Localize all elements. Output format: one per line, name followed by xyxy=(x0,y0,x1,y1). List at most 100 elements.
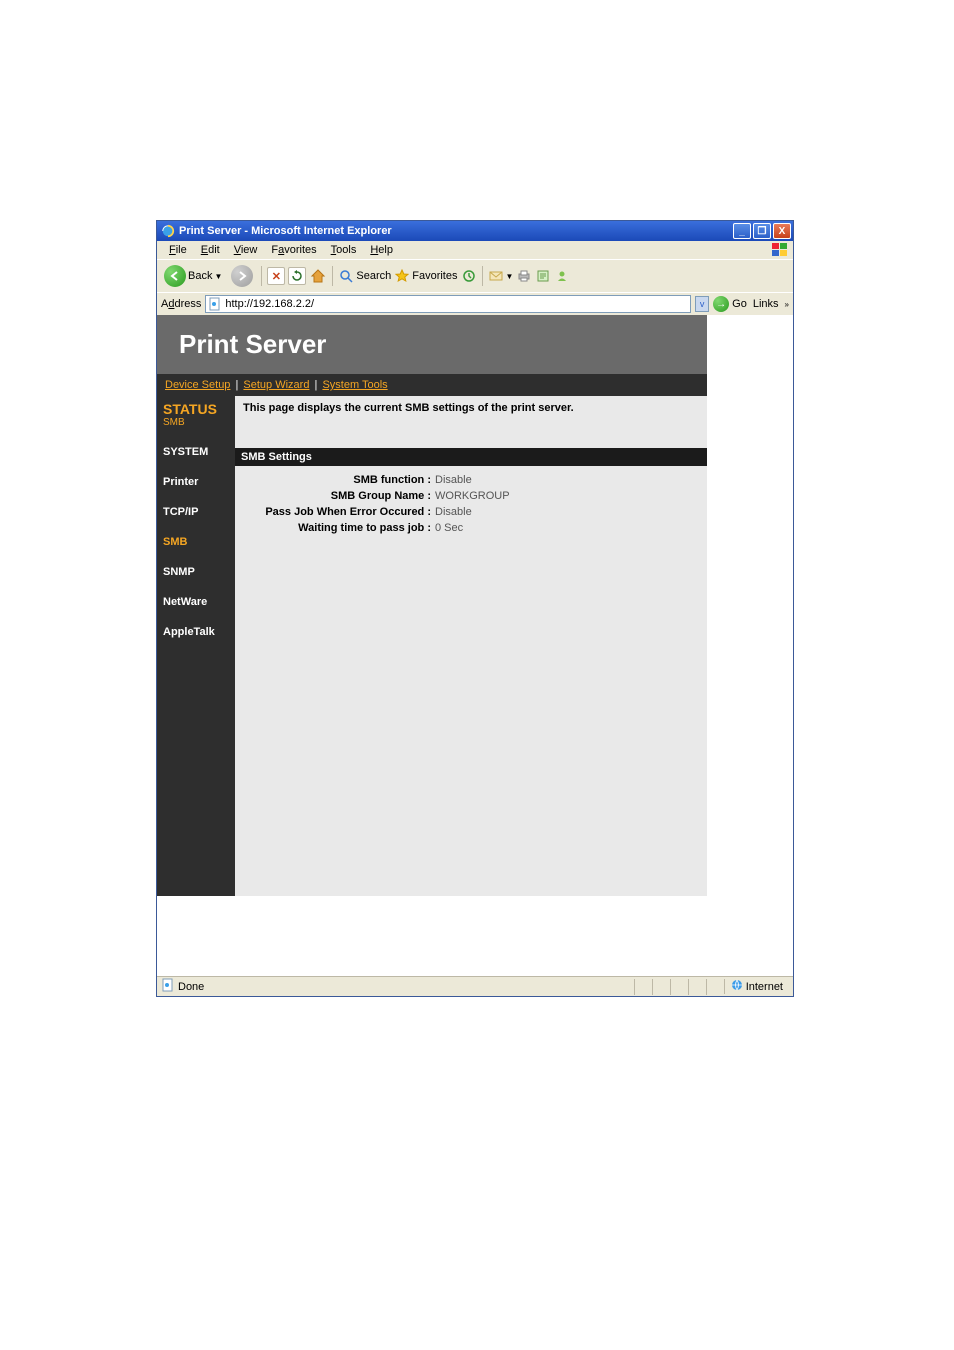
setting-row: Waiting time to pass job : 0 Sec xyxy=(235,520,707,536)
page-header: Print Server xyxy=(157,315,707,374)
setting-label: Waiting time to pass job : xyxy=(235,522,435,534)
status-zone: Internet xyxy=(724,979,789,994)
page-icon xyxy=(161,978,175,995)
page-content: Print Server Device Setup | Setup Wizard… xyxy=(157,315,793,896)
go-arrow-icon: → xyxy=(713,296,729,312)
setting-value: Disable xyxy=(435,474,707,486)
toolbar-separator xyxy=(261,266,262,286)
back-button[interactable]: Back ▼ xyxy=(161,263,225,289)
sidebar-item-smb[interactable]: SMB xyxy=(163,536,229,548)
setting-label: Pass Job When Error Occured : xyxy=(235,506,435,518)
toolbar: Back ▼ ✕ Search Favorites xyxy=(157,259,793,292)
status-cell xyxy=(634,979,652,995)
setting-value: 0 Sec xyxy=(435,522,707,534)
sidebar-item-netware[interactable]: NetWare xyxy=(163,596,229,608)
content-blank-bottom xyxy=(157,896,793,976)
menu-help[interactable]: Help xyxy=(364,243,399,257)
status-done-label: Done xyxy=(178,981,204,993)
edit-icon xyxy=(535,268,551,284)
setting-value: WORKGROUP xyxy=(435,490,707,502)
links-label[interactable]: Links xyxy=(751,298,781,310)
toolbar-separator xyxy=(482,266,483,286)
address-label: Address xyxy=(161,298,201,310)
maximize-button[interactable]: ❐ xyxy=(753,223,771,239)
address-dropdown[interactable]: v xyxy=(695,296,709,312)
mail-button[interactable]: ▼ xyxy=(488,268,514,284)
windows-flag-icon xyxy=(771,242,789,258)
setting-label: SMB Group Name : xyxy=(235,490,435,502)
browser-window: Print Server - Microsoft Internet Explor… xyxy=(156,220,794,997)
search-button[interactable]: Search xyxy=(338,268,391,284)
menu-favorites[interactable]: Favorites xyxy=(265,243,322,257)
menubar: File Edit View Favorites Tools Help xyxy=(157,241,793,259)
sidebar-item-tcpip[interactable]: TCP/IP xyxy=(163,506,229,518)
ie-icon xyxy=(161,224,175,238)
forward-button[interactable] xyxy=(228,263,256,289)
main-panel: This page displays the current SMB setti… xyxy=(235,396,707,896)
star-icon xyxy=(394,268,410,284)
topnav-setup-wizard[interactable]: Setup Wizard xyxy=(243,379,309,391)
titlebar: Print Server - Microsoft Internet Explor… xyxy=(157,221,793,241)
forward-arrow-icon xyxy=(231,265,253,287)
sidebar-item-printer[interactable]: Printer xyxy=(163,476,229,488)
history-icon xyxy=(461,268,477,284)
sidebar-status-sub: SMB xyxy=(163,417,229,428)
sidebar-item-snmp[interactable]: SNMP xyxy=(163,566,229,578)
sidebar: STATUS SMB SYSTEM Printer TCP/IP SMB SNM… xyxy=(157,396,235,896)
address-input[interactable] xyxy=(225,298,688,310)
setting-label: SMB function : xyxy=(235,474,435,486)
status-cell xyxy=(652,979,670,995)
intro-text: This page displays the current SMB setti… xyxy=(235,396,707,420)
home-button[interactable] xyxy=(309,267,327,285)
status-cell xyxy=(688,979,706,995)
close-button[interactable]: X xyxy=(773,223,791,239)
go-button[interactable]: → Go xyxy=(713,296,747,312)
messenger-button[interactable] xyxy=(554,268,570,284)
chevron-down-icon: ▼ xyxy=(506,272,514,281)
page-title: Print Server xyxy=(179,329,685,360)
chevron-down-icon: ▼ xyxy=(214,272,222,281)
setting-row: SMB function : Disable xyxy=(235,472,707,488)
sidebar-item-appletalk[interactable]: AppleTalk xyxy=(163,626,229,638)
links-chevron-icon[interactable]: » xyxy=(785,300,789,309)
menu-edit[interactable]: Edit xyxy=(195,243,226,257)
mail-icon xyxy=(488,268,504,284)
go-label: Go xyxy=(732,298,747,310)
print-button[interactable] xyxy=(516,268,532,284)
toolbar-separator xyxy=(332,266,333,286)
window-title: Print Server - Microsoft Internet Explor… xyxy=(179,225,733,237)
menu-view[interactable]: View xyxy=(228,243,264,257)
favorites-label: Favorites xyxy=(412,270,457,282)
edit-button[interactable] xyxy=(535,268,551,284)
nav-separator: | xyxy=(313,379,320,391)
minimize-button[interactable]: _ xyxy=(733,223,751,239)
sidebar-item-system[interactable]: SYSTEM xyxy=(163,446,229,458)
nav-separator: | xyxy=(234,379,241,391)
status-zone-label: Internet xyxy=(746,981,783,993)
search-label: Search xyxy=(356,270,391,282)
search-icon xyxy=(338,268,354,284)
page-icon xyxy=(208,297,222,311)
settings-list: SMB function : Disable SMB Group Name : … xyxy=(235,466,707,542)
sidebar-status-title: STATUS xyxy=(163,402,229,416)
address-input-wrap[interactable] xyxy=(205,295,691,313)
setting-value: Disable xyxy=(435,506,707,518)
top-nav: Device Setup | Setup Wizard | System Too… xyxy=(157,374,707,396)
history-button[interactable] xyxy=(461,268,477,284)
panel-title: SMB Settings xyxy=(235,448,707,466)
topnav-device-setup[interactable]: Device Setup xyxy=(165,379,230,391)
content-blank-right xyxy=(707,315,793,896)
back-arrow-icon xyxy=(164,265,186,287)
internet-zone-icon xyxy=(731,979,743,994)
topnav-system-tools[interactable]: System Tools xyxy=(322,379,387,391)
status-done: Done xyxy=(161,978,634,995)
setting-row: SMB Group Name : WORKGROUP xyxy=(235,488,707,504)
messenger-icon xyxy=(554,268,570,284)
favorites-button[interactable]: Favorites xyxy=(394,268,457,284)
menu-file[interactable]: File xyxy=(163,243,193,257)
back-label: Back xyxy=(188,270,212,282)
status-bar: Done Internet xyxy=(157,976,793,996)
stop-button[interactable]: ✕ xyxy=(267,267,285,285)
menu-tools[interactable]: Tools xyxy=(325,243,363,257)
refresh-button[interactable] xyxy=(288,267,306,285)
